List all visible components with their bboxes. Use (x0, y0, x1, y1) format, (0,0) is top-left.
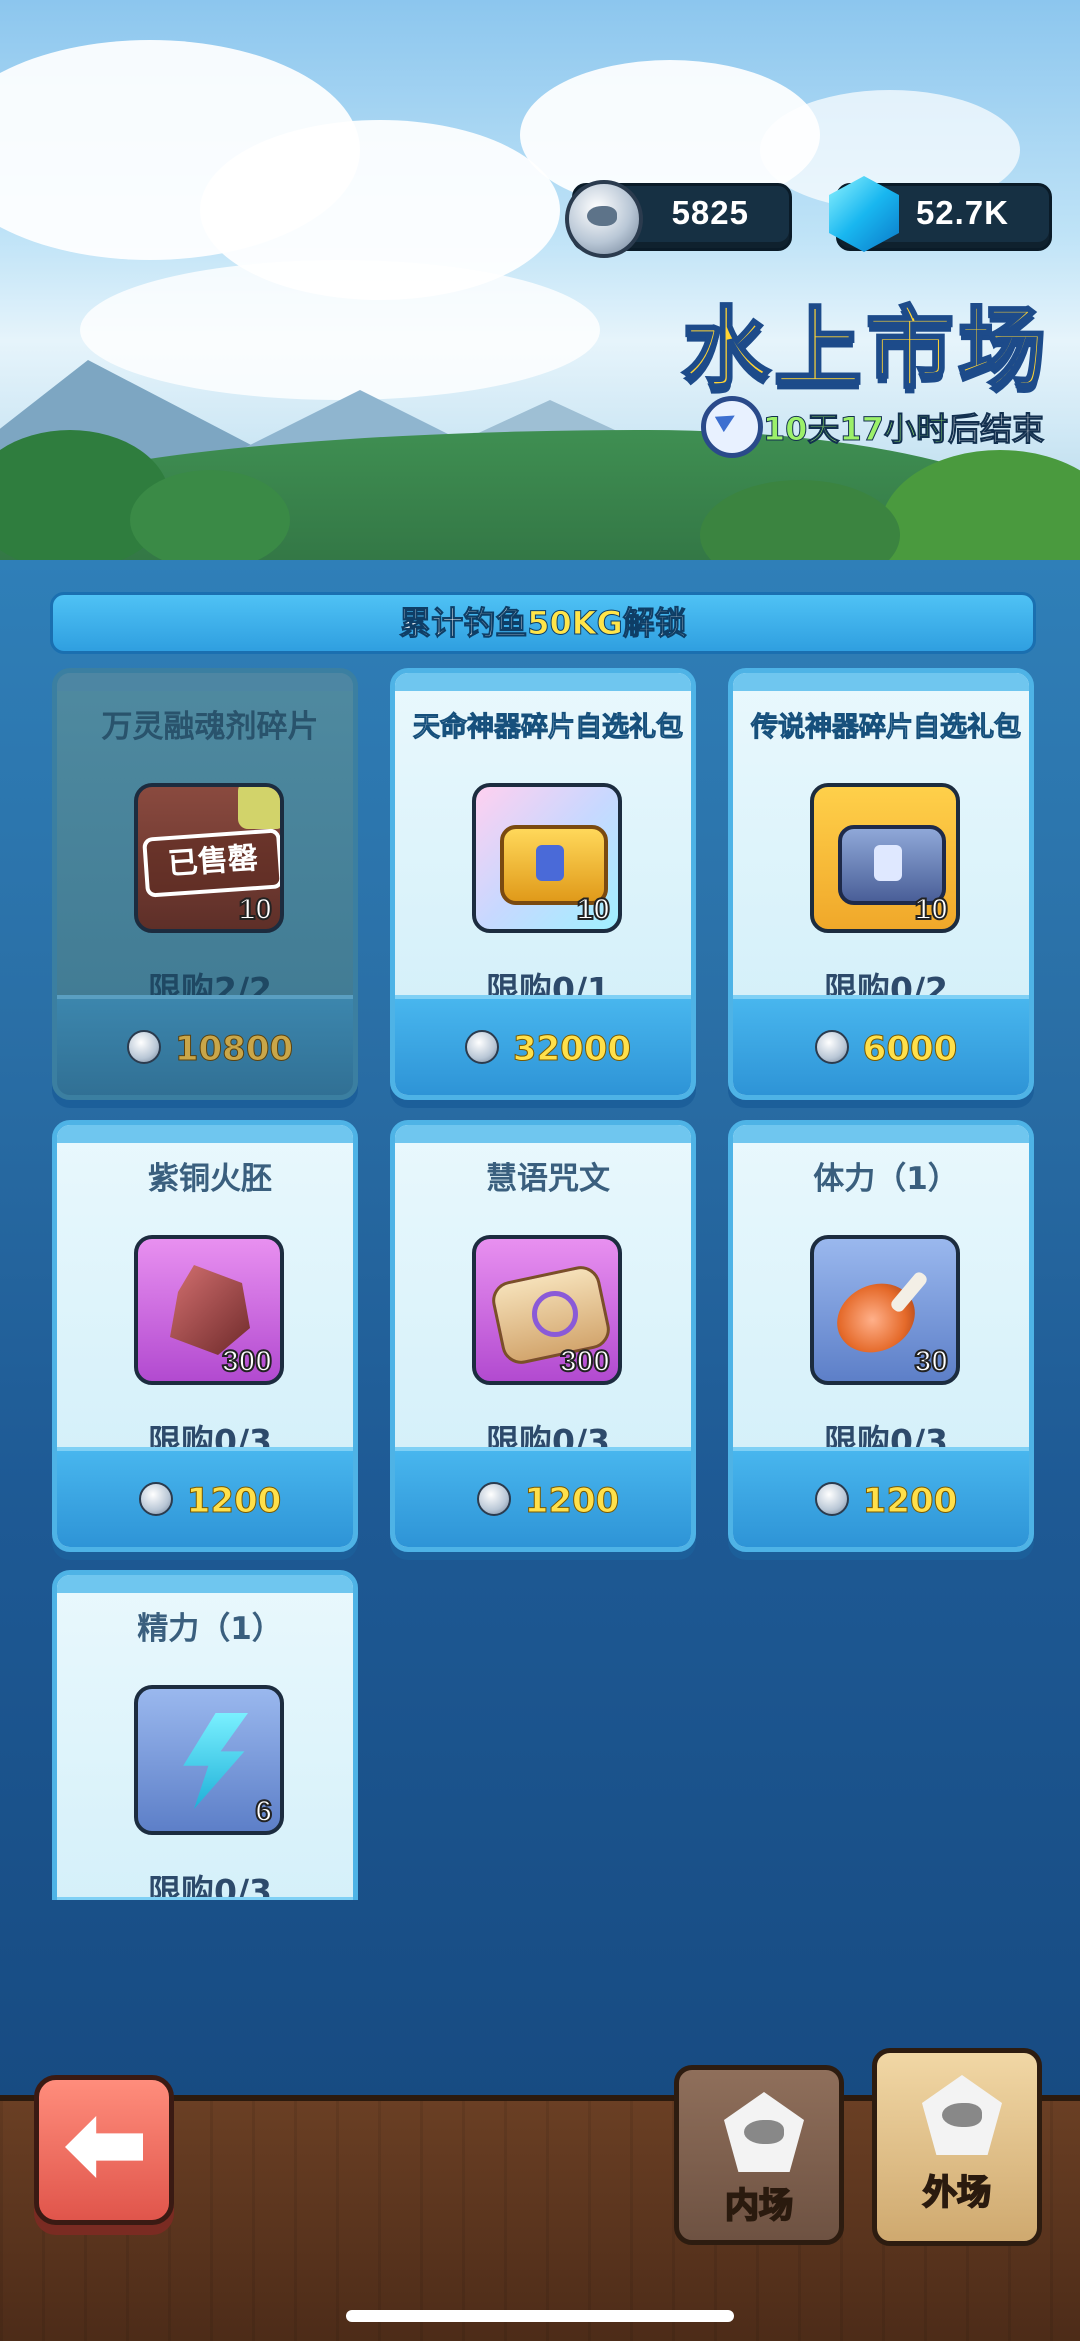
coin-icon (464, 1030, 499, 1064)
shop-item-card[interactable]: 慧语咒文 300 限购0/3 1200 (390, 1120, 696, 1552)
meat-icon: 30 (810, 1235, 960, 1385)
item-quantity: 10 (914, 892, 949, 927)
gem-counter: 52.7K (829, 176, 1052, 252)
arrow-left-icon (65, 2116, 143, 2178)
unlock-suffix: 解锁 (622, 604, 687, 643)
tab-inner-field[interactable]: 内场 (674, 2065, 844, 2245)
page-title: 水上市场 (680, 296, 1050, 402)
item-price: 1200 (186, 1481, 282, 1522)
unlock-prefix: 累计钓鱼 (399, 604, 528, 643)
price-button[interactable]: 32000 (395, 995, 691, 1095)
item-quantity: 30 (914, 1344, 949, 1379)
price-button[interactable]: 1200 (57, 1447, 353, 1547)
item-name: 紫铜火胚 (148, 1161, 272, 1197)
fish-badge-icon (724, 2092, 804, 2172)
gem-value: 52.7K (915, 194, 1009, 231)
shop-item-card[interactable]: 传说神器碎片自选礼包 10 限购0/2 6000 (728, 668, 1034, 1100)
golden-chest-icon: 10 (472, 783, 622, 933)
lightning-icon: 6 (134, 1685, 284, 1835)
item-price: 32000 (512, 1029, 632, 1070)
shop-item-card[interactable]: 精力（1） 6 限购0/3 1200 (52, 1570, 358, 1900)
item-price: 1200 (524, 1481, 620, 1522)
tab-outer-label: 外场 (922, 2172, 992, 2214)
price-button[interactable]: 1200 (733, 1447, 1029, 1547)
puzzle-fragment-icon: 已售罄 10 (134, 783, 284, 933)
coin-counter: 5825 (565, 180, 792, 258)
tab-inner-label: 内场 (724, 2185, 794, 2227)
fish-coin-icon (565, 180, 643, 258)
home-indicator[interactable] (346, 2310, 734, 2322)
price-button[interactable]: 6000 (733, 995, 1029, 1095)
coin-icon (126, 1030, 161, 1064)
item-quantity: 10 (238, 892, 273, 927)
gem-icon (829, 176, 899, 252)
item-quantity: 10 (576, 892, 611, 927)
coin-value: 5825 (671, 194, 749, 231)
item-quantity: 300 (221, 1344, 273, 1379)
unlock-weight: 50KG (527, 604, 624, 643)
tab-outer-field[interactable]: 外场 (872, 2048, 1042, 2246)
item-price: 1200 (862, 1481, 958, 1522)
item-price: 6000 (862, 1029, 958, 1070)
price-button[interactable]: 10800 (57, 995, 353, 1095)
item-quantity: 300 (559, 1344, 611, 1379)
scroll-icon: 300 (472, 1235, 622, 1385)
silver-chest-icon: 10 (810, 783, 960, 933)
item-quantity: 6 (254, 1794, 273, 1829)
timer-remaining: 10天17小时 (762, 410, 948, 449)
fish-badge-icon (922, 2075, 1002, 2155)
item-name: 体力（1） (813, 1161, 959, 1197)
item-name: 慧语咒文 (486, 1161, 610, 1197)
shop-item-card[interactable]: 体力（1） 30 限购0/3 1200 (728, 1120, 1034, 1552)
coin-icon (814, 1030, 849, 1064)
shop-item-card[interactable]: 天命神器碎片自选礼包 10 限购0/1 32000 (390, 668, 696, 1100)
coin-icon (814, 1482, 849, 1516)
price-button[interactable]: 1200 (57, 1897, 353, 1900)
copper-ore-icon: 300 (134, 1235, 284, 1385)
shop-item-card[interactable]: 紫铜火胚 300 限购0/3 1200 (52, 1120, 358, 1552)
unlock-banner: 累计钓鱼50KG解锁 (50, 592, 1036, 654)
item-name: 传说神器碎片自选礼包 (751, 712, 1022, 744)
coin-icon (476, 1482, 511, 1516)
tree (130, 470, 290, 570)
event-timer: 10天17小时后结束 (700, 396, 1045, 458)
item-name: 万灵融魂剂碎片 (101, 709, 319, 745)
back-button[interactable] (34, 2075, 174, 2225)
price-button[interactable]: 1200 (395, 1447, 691, 1547)
coin-icon (138, 1482, 173, 1516)
sold-out-stamp: 已售罄 (142, 828, 280, 898)
clock-icon (700, 396, 763, 458)
item-price: 10800 (174, 1029, 294, 1070)
item-name: 精力（1） (137, 1611, 283, 1647)
purchase-limit: 限购0/3 (148, 1872, 272, 1900)
item-name: 天命神器碎片自选礼包 (413, 712, 684, 744)
timer-suffix: 后结束 (947, 410, 1044, 449)
shop-item-card[interactable]: 万灵融魂剂碎片 已售罄 10 限购2/2 10800 (52, 668, 358, 1100)
